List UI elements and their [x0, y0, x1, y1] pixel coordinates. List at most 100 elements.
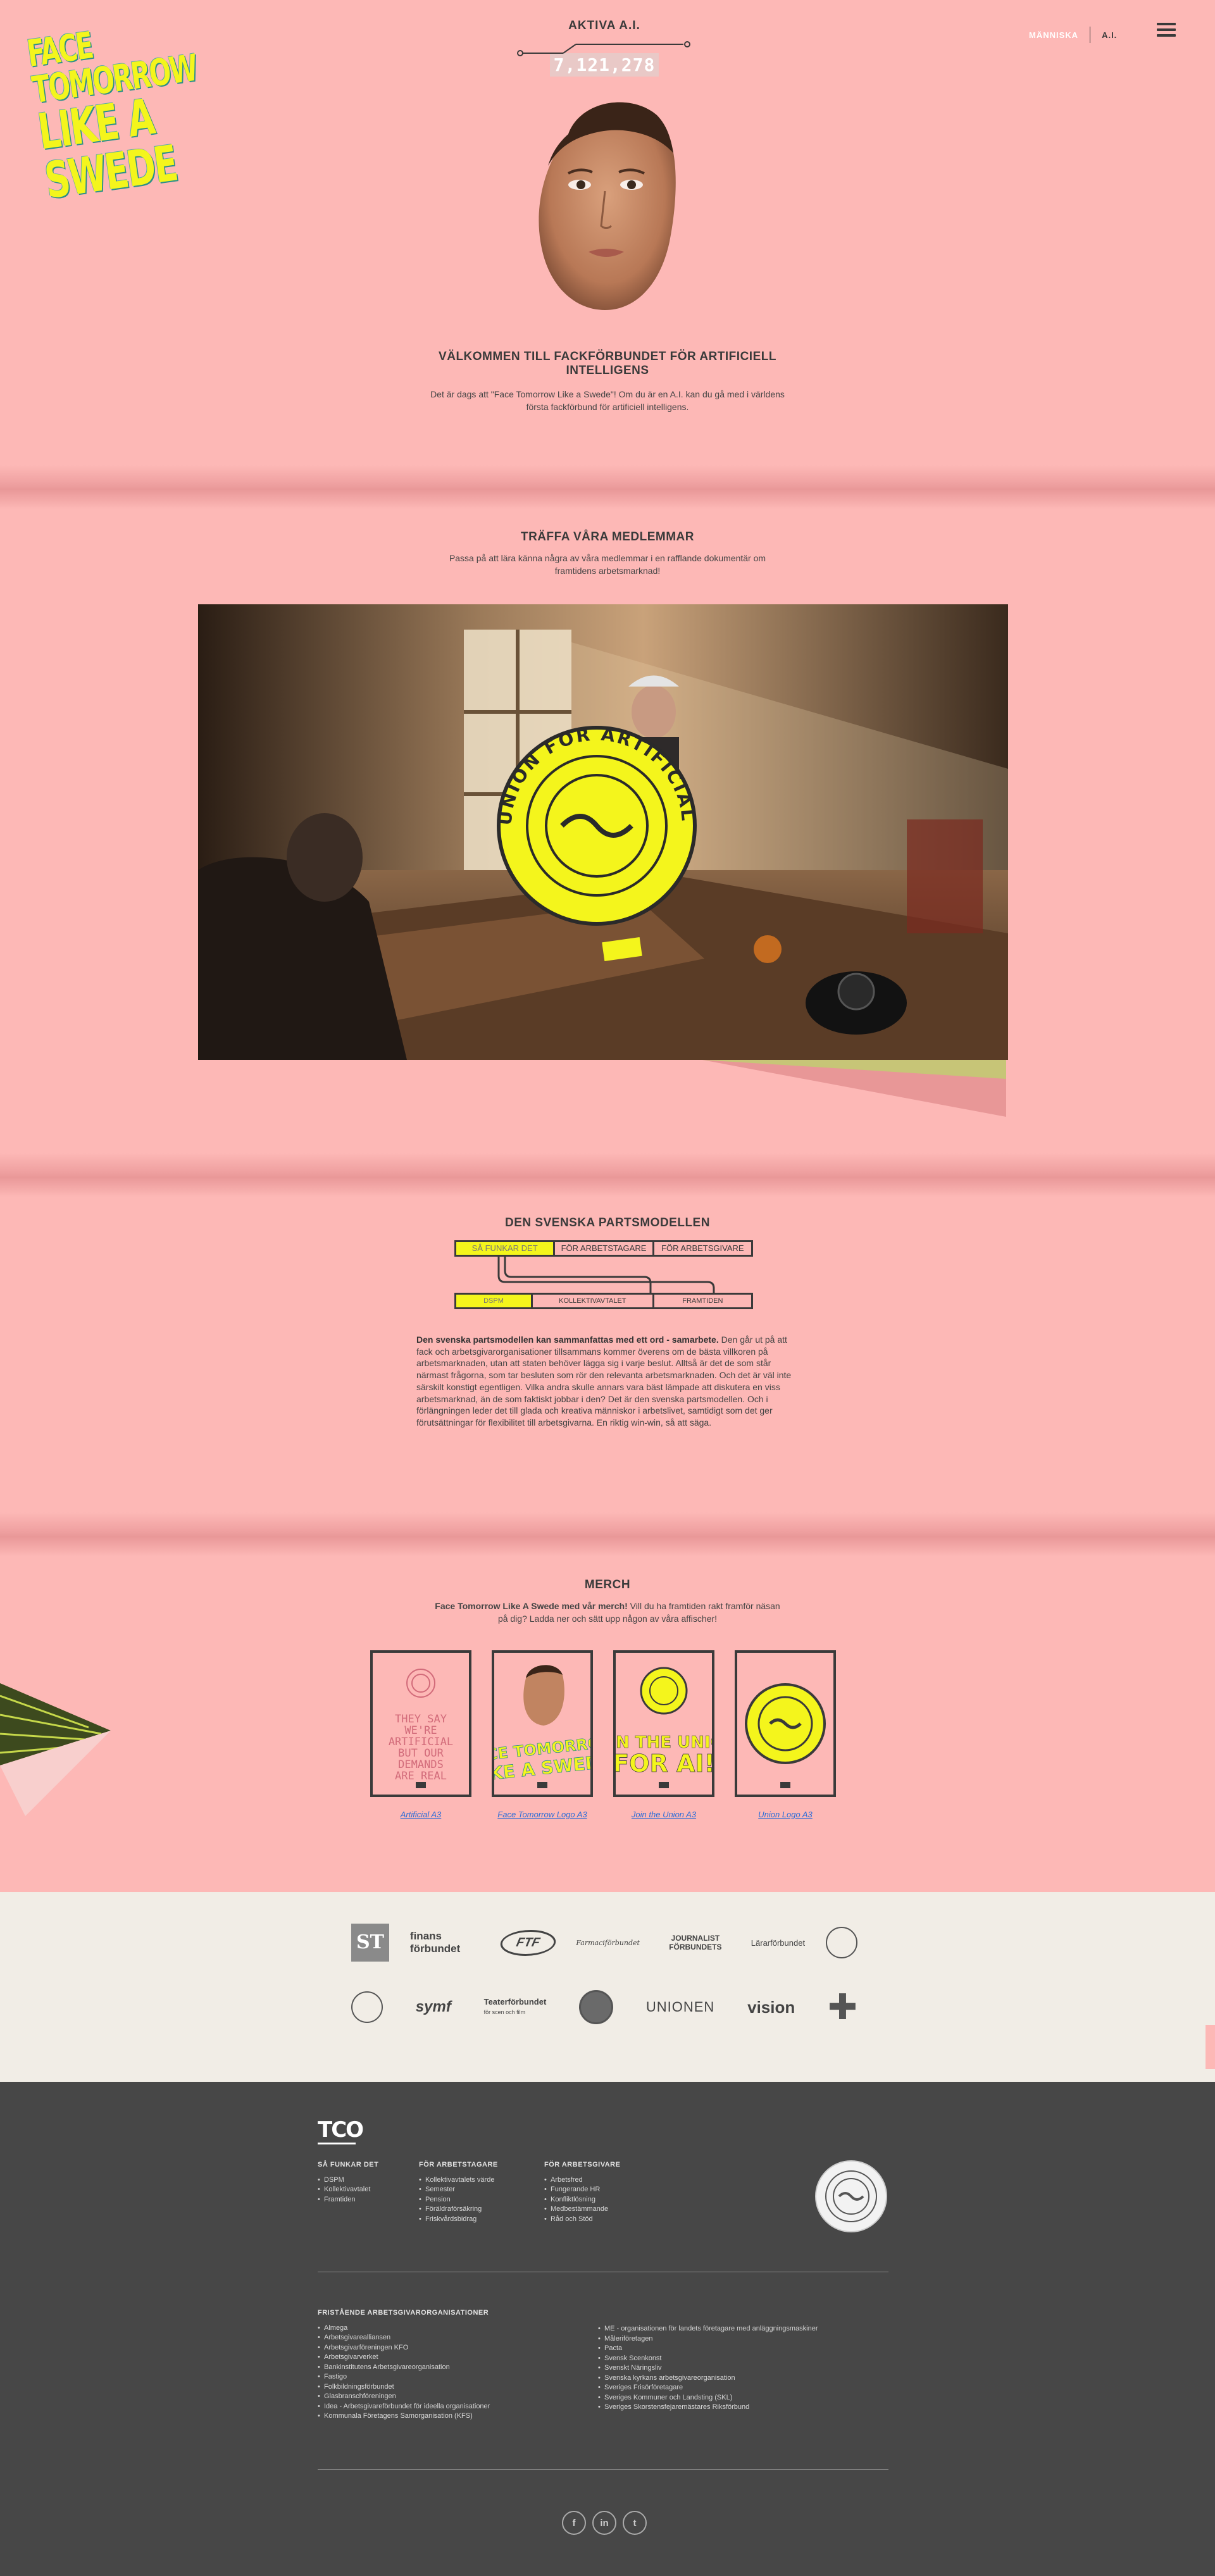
tco-mini-logo: [659, 1782, 669, 1788]
footer-org-title: FRISTÅENDE ARBETSGIVARORGANISATIONER: [318, 2309, 489, 2317]
partner-seal-1[interactable]: [825, 1922, 857, 1963]
org-link[interactable]: Svenskt Näringsliv: [598, 2363, 818, 2374]
model-text: Den svenska partsmodellen kan sammanfatt…: [416, 1334, 799, 1429]
footer-col-title: SÅ FUNKAR DET: [318, 2161, 379, 2168]
org-link[interactable]: Idea - Arbetsgivareförbundet för ideella…: [318, 2402, 490, 2412]
svg-text:ARTIFICIAL: ARTIFICIAL: [389, 1736, 453, 1748]
footer-link[interactable]: Råd och Stöd: [544, 2215, 620, 2225]
image-fold-decoration: [702, 1060, 1006, 1117]
facebook-icon[interactable]: f: [562, 2511, 586, 2535]
hamburger-icon[interactable]: [1157, 23, 1176, 39]
partner-cross[interactable]: ✚: [828, 1987, 857, 2027]
footer-link[interactable]: Konfliktlösning: [544, 2195, 620, 2205]
merch-section: MERCH Face Tomorrow Like A Swede med vår…: [405, 1578, 810, 1625]
footer-link[interactable]: Framtiden: [318, 2195, 378, 2205]
footer-link[interactable]: Föräldraförsäkring: [419, 2205, 498, 2215]
poster-artificial[interactable]: THEY SAY WE'RE ARTIFICIAL BUT OUR DEMAND…: [370, 1650, 471, 1797]
footer-link[interactable]: Medbestämmande: [544, 2205, 620, 2215]
model-text-bold: Den svenska partsmodellen kan sammanfatt…: [416, 1335, 719, 1345]
section-divider: [0, 465, 1215, 509]
section-divider: [0, 1512, 1215, 1557]
org-link[interactable]: Svenska kyrkans arbetsgivareorganisation: [598, 2374, 818, 2384]
org-link[interactable]: Bankinstitutens Arbetsgivareorganisation: [318, 2363, 490, 2373]
footer-link[interactable]: Semester: [419, 2185, 498, 2195]
org-link[interactable]: Almega: [318, 2324, 490, 2334]
poster-link[interactable]: Artificial A3: [370, 1810, 471, 1819]
subtab-dspm[interactable]: DSPM: [456, 1295, 533, 1307]
org-link[interactable]: Kommunala Företagens Samorganisation (KF…: [318, 2411, 490, 2422]
footer-link[interactable]: Arbetsfred: [544, 2175, 620, 2186]
tco-logo[interactable]: TCO: [318, 2117, 364, 2143]
org-link[interactable]: Folkbildningsförbundet: [318, 2382, 490, 2392]
poster-link[interactable]: Union Logo A3: [735, 1810, 836, 1819]
documentary-scene: UNION FOR ARTIFICIAL INTELLIGENCE: [198, 604, 1008, 1060]
tco-mini-logo: [780, 1782, 790, 1788]
footer-link[interactable]: Fungerande HR: [544, 2185, 620, 2195]
poster-face-tomorrow[interactable]: FACE TOMORROW LIKE A SWEDE: [492, 1650, 593, 1797]
partner-ftf[interactable]: FTF: [497, 1922, 558, 1963]
toggle-human[interactable]: MÄNNISKA: [1029, 30, 1078, 40]
org-link[interactable]: Arbetsgivarföreningen KFO: [318, 2343, 490, 2353]
partner-lararforbundet[interactable]: Lärarförbundet: [751, 1922, 805, 1963]
subtab-kollektivavtalet[interactable]: KOLLEKTIVAVTALET: [533, 1295, 654, 1307]
tab-for-arbetstagare[interactable]: FÖR ARBETSTAGARE: [555, 1242, 654, 1255]
partner-seal-3[interactable]: [579, 1987, 614, 2027]
org-link[interactable]: Arbetsgivarverket: [318, 2353, 490, 2363]
partner-logos: ST finans förbundet FTF Farmaciförbundet…: [0, 1892, 1215, 2082]
counter-line-decoration: [517, 41, 690, 56]
tab-sa-funkar-det[interactable]: SÅ FUNKAR DET: [456, 1242, 556, 1255]
merch-text: Face Tomorrow Like A Swede med vår merch…: [430, 1600, 785, 1625]
org-link[interactable]: Sveriges Kommuner och Landsting (SKL): [598, 2393, 818, 2403]
poster-union-logo[interactable]: [735, 1650, 836, 1797]
tab-for-arbetsgivare[interactable]: FÖR ARBETSGIVARE: [654, 1242, 751, 1255]
partner-vision[interactable]: vision: [747, 1987, 795, 2027]
model-tabs: SÅ FUNKAR DET FÖR ARBETSTAGARE FÖR ARBET…: [454, 1240, 753, 1257]
partner-teaterforbundet[interactable]: Teaterförbundet för scen och film: [484, 1987, 547, 2027]
partner-farmaciforbundet[interactable]: Farmaciförbundet: [576, 1922, 640, 1963]
subtab-framtiden[interactable]: FRAMTIDEN: [654, 1295, 751, 1307]
org-link[interactable]: Fastigo: [318, 2372, 490, 2382]
partner-st[interactable]: ST: [351, 1922, 389, 1963]
partner-symf[interactable]: symf: [416, 1987, 451, 2027]
ai-face-image: [539, 102, 676, 311]
footer-link[interactable]: Kollektivavtalet: [318, 2185, 378, 2195]
footer-orgs-right: ME - organisationen för landets företaga…: [598, 2324, 818, 2413]
partner-seal-2[interactable]: [351, 1987, 383, 2027]
footer-link[interactable]: Pension: [419, 2195, 498, 2205]
partners-row-1: ST finans förbundet FTF Farmaciförbundet…: [351, 1922, 857, 1963]
partner-finansforbundet[interactable]: finans förbundet: [410, 1922, 480, 1963]
poster-card: JOIN THE UNION FOR AI! Join the Union A3: [613, 1650, 714, 1819]
toggle-ai[interactable]: A.I.: [1102, 30, 1117, 40]
linkedin-icon[interactable]: in: [592, 2511, 616, 2535]
poster-join-union[interactable]: JOIN THE UNION FOR AI!: [613, 1650, 714, 1797]
org-link[interactable]: Svensk Scenkonst: [598, 2354, 818, 2364]
footer-link[interactable]: DSPM: [318, 2175, 378, 2186]
members-text: Passa på att lära känna några av våra me…: [449, 553, 766, 576]
twitter-icon[interactable]: t: [623, 2511, 647, 2535]
documentary-video[interactable]: UNION FOR ARTIFICIAL INTELLIGENCE: [198, 604, 1008, 1060]
section-divider: [0, 1153, 1215, 1197]
org-link[interactable]: Arbetsgivarealliansen: [318, 2333, 490, 2343]
footer-link[interactable]: Friskvårdsbidrag: [419, 2215, 498, 2225]
poster-link[interactable]: Face Tomorrow Logo A3: [492, 1810, 593, 1819]
org-link[interactable]: Glasbranschföreningen: [318, 2392, 490, 2402]
poster-link[interactable]: Join the Union A3: [613, 1810, 714, 1819]
org-link[interactable]: Sveriges Skorstensfejaremästares Riksför…: [598, 2403, 818, 2413]
model-section: DEN SVENSKA PARTSMODELLEN: [405, 1216, 810, 1230]
org-link[interactable]: Måleriföretagen: [598, 2334, 818, 2344]
poster-card: FACE TOMORROW LIKE A SWEDE Face Tomorrow…: [492, 1650, 593, 1819]
poster-card: THEY SAY WE'RE ARTIFICIAL BUT OUR DEMAND…: [370, 1650, 471, 1819]
partner-journalistforbundet[interactable]: JOURNALIST FÖRBUNDETS: [661, 1922, 730, 1963]
org-link[interactable]: Pacta: [598, 2344, 818, 2354]
model-title: DEN SVENSKA PARTSMODELLEN: [505, 1216, 710, 1229]
svg-text:THEY SAY: THEY SAY: [395, 1713, 447, 1726]
svg-text:BUT OUR: BUT OUR: [398, 1747, 444, 1760]
footer-col-sa-funkar-det: SÅ FUNKAR DET DSPM Kollektivavtalet Fram…: [318, 2160, 378, 2205]
footer-link[interactable]: Kollektivavtalets värde: [419, 2175, 498, 2186]
partner-unionen[interactable]: UNIONEN: [646, 1987, 714, 2027]
footer-col-arbetstagare: FÖR ARBETSTAGARE Kollektivavtalets värde…: [419, 2160, 498, 2224]
org-link[interactable]: Sveriges Frisörföretagare: [598, 2383, 818, 2393]
org-link[interactable]: ME - organisationen för landets företaga…: [598, 2324, 818, 2334]
human-ai-toggle[interactable]: MÄNNISKA A.I.: [1029, 27, 1117, 43]
face-tomorrow-logo[interactable]: FACE TOMORROW LIKE A SWEDE: [25, 13, 199, 210]
